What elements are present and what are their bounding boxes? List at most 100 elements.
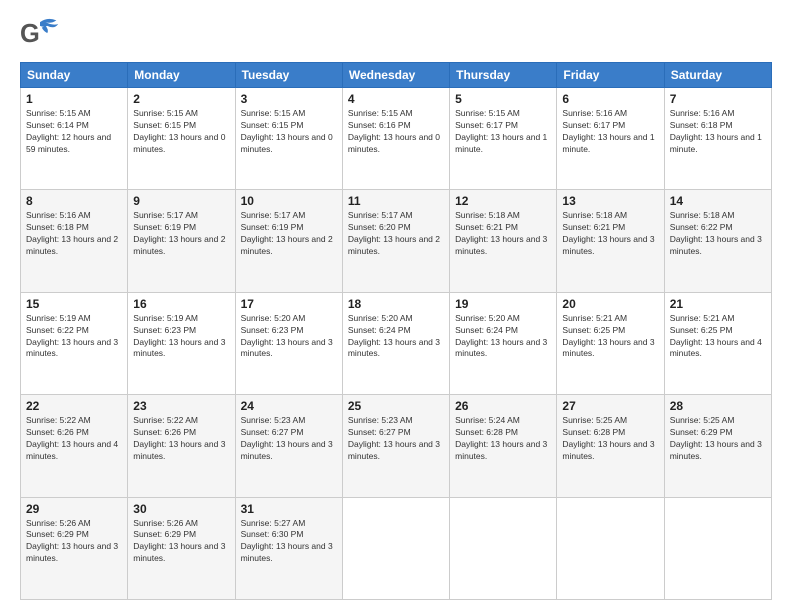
table-row: 25 Sunrise: 5:23 AM Sunset: 6:27 PM Dayli…	[342, 395, 449, 497]
day-info: Sunrise: 5:17 AM Sunset: 6:19 PM Dayligh…	[133, 210, 229, 258]
table-row: 24 Sunrise: 5:23 AM Sunset: 6:27 PM Dayli…	[235, 395, 342, 497]
day-info: Sunrise: 5:25 AM Sunset: 6:28 PM Dayligh…	[562, 415, 658, 463]
col-header-tuesday: Tuesday	[235, 63, 342, 88]
table-row: 29 Sunrise: 5:26 AM Sunset: 6:29 PM Dayli…	[21, 497, 128, 599]
day-number: 27	[562, 399, 658, 413]
col-header-monday: Monday	[128, 63, 235, 88]
day-info: Sunrise: 5:18 AM Sunset: 6:21 PM Dayligh…	[562, 210, 658, 258]
table-row: 14 Sunrise: 5:18 AM Sunset: 6:22 PM Dayli…	[664, 190, 771, 292]
table-row: 18 Sunrise: 5:20 AM Sunset: 6:24 PM Dayli…	[342, 292, 449, 394]
table-row: 21Sunrise: 5:21 AM Sunset: 6:25 PM Dayli…	[664, 292, 771, 394]
day-info: Sunrise: 5:25 AM Sunset: 6:29 PM Dayligh…	[670, 415, 766, 463]
day-info: Sunrise: 5:15 AM Sunset: 6:14 PM Dayligh…	[26, 108, 122, 156]
day-number: 10	[241, 194, 337, 208]
table-row: 9 Sunrise: 5:17 AM Sunset: 6:19 PM Daylig…	[128, 190, 235, 292]
day-number: 22	[26, 399, 122, 413]
day-info: Sunrise: 5:20 AM Sunset: 6:24 PM Dayligh…	[455, 313, 551, 361]
table-row: 31 Sunrise: 5:27 AM Sunset: 6:30 PM Dayli…	[235, 497, 342, 599]
col-header-saturday: Saturday	[664, 63, 771, 88]
table-row: 4Sunrise: 5:15 AM Sunset: 6:16 PM Daylig…	[342, 88, 449, 190]
logo-icon: G	[20, 16, 60, 52]
day-number: 18	[348, 297, 444, 311]
header: G	[20, 16, 772, 52]
page: G SundayMondayTuesdayWednesdayThursdayFr…	[0, 0, 792, 612]
day-info: Sunrise: 5:15 AM Sunset: 6:16 PM Dayligh…	[348, 108, 444, 156]
table-row: 11 Sunrise: 5:17 AM Sunset: 6:20 PM Dayli…	[342, 190, 449, 292]
col-header-friday: Friday	[557, 63, 664, 88]
day-number: 1	[26, 92, 122, 106]
day-info: Sunrise: 5:22 AM Sunset: 6:26 PM Dayligh…	[133, 415, 229, 463]
day-number: 17	[241, 297, 337, 311]
day-number: 9	[133, 194, 229, 208]
table-row: 26 Sunrise: 5:24 AM Sunset: 6:28 PM Dayli…	[450, 395, 557, 497]
logo: G	[20, 16, 64, 52]
table-row: 27 Sunrise: 5:25 AM Sunset: 6:28 PM Dayli…	[557, 395, 664, 497]
table-row	[557, 497, 664, 599]
day-info: Sunrise: 5:16 AM Sunset: 6:18 PM Dayligh…	[670, 108, 766, 156]
day-number: 23	[133, 399, 229, 413]
day-info: Sunrise: 5:20 AM Sunset: 6:24 PM Dayligh…	[348, 313, 444, 361]
day-number: 6	[562, 92, 658, 106]
table-row: 12 Sunrise: 5:18 AM Sunset: 6:21 PM Dayli…	[450, 190, 557, 292]
table-row: 17 Sunrise: 5:20 AM Sunset: 6:23 PM Dayli…	[235, 292, 342, 394]
day-number: 24	[241, 399, 337, 413]
table-row: 7 Sunrise: 5:16 AM Sunset: 6:18 PM Daylig…	[664, 88, 771, 190]
table-row: 2 Sunrise: 5:15 AM Sunset: 6:15 PM Daylig…	[128, 88, 235, 190]
day-number: 20	[562, 297, 658, 311]
day-info: Sunrise: 5:18 AM Sunset: 6:22 PM Dayligh…	[670, 210, 766, 258]
day-number: 14	[670, 194, 766, 208]
table-row: 16 Sunrise: 5:19 AM Sunset: 6:23 PM Dayli…	[128, 292, 235, 394]
table-row: 28 Sunrise: 5:25 AM Sunset: 6:29 PM Dayli…	[664, 395, 771, 497]
day-info: Sunrise: 5:16 AM Sunset: 6:18 PM Dayligh…	[26, 210, 122, 258]
day-number: 8	[26, 194, 122, 208]
day-number: 5	[455, 92, 551, 106]
day-number: 16	[133, 297, 229, 311]
table-row: 30Sunrise: 5:26 AM Sunset: 6:29 PM Dayli…	[128, 497, 235, 599]
col-header-thursday: Thursday	[450, 63, 557, 88]
svg-text:G: G	[20, 20, 40, 48]
calendar-table: SundayMondayTuesdayWednesdayThursdayFrid…	[20, 62, 772, 600]
day-number: 12	[455, 194, 551, 208]
day-number: 19	[455, 297, 551, 311]
day-number: 28	[670, 399, 766, 413]
day-info: Sunrise: 5:19 AM Sunset: 6:23 PM Dayligh…	[133, 313, 229, 361]
table-row: 19 Sunrise: 5:20 AM Sunset: 6:24 PM Dayli…	[450, 292, 557, 394]
day-number: 15	[26, 297, 122, 311]
day-info: Sunrise: 5:18 AM Sunset: 6:21 PM Dayligh…	[455, 210, 551, 258]
day-info: Sunrise: 5:26 AM Sunset: 6:29 PM Dayligh…	[26, 518, 122, 566]
table-row: 15Sunrise: 5:19 AM Sunset: 6:22 PM Dayli…	[21, 292, 128, 394]
day-info: Sunrise: 5:23 AM Sunset: 6:27 PM Dayligh…	[348, 415, 444, 463]
table-row: 20 Sunrise: 5:21 AM Sunset: 6:25 PM Dayli…	[557, 292, 664, 394]
day-number: 25	[348, 399, 444, 413]
table-row	[342, 497, 449, 599]
table-row	[664, 497, 771, 599]
day-info: Sunrise: 5:20 AM Sunset: 6:23 PM Dayligh…	[241, 313, 337, 361]
table-row: 8 Sunrise: 5:16 AM Sunset: 6:18 PM Daylig…	[21, 190, 128, 292]
day-number: 11	[348, 194, 444, 208]
table-row: 22 Sunrise: 5:22 AM Sunset: 6:26 PM Dayli…	[21, 395, 128, 497]
day-info: Sunrise: 5:15 AM Sunset: 6:17 PM Dayligh…	[455, 108, 551, 156]
day-info: Sunrise: 5:15 AM Sunset: 6:15 PM Dayligh…	[241, 108, 337, 156]
day-info: Sunrise: 5:15 AM Sunset: 6:15 PM Dayligh…	[133, 108, 229, 156]
day-number: 29	[26, 502, 122, 516]
col-header-wednesday: Wednesday	[342, 63, 449, 88]
day-info: Sunrise: 5:22 AM Sunset: 6:26 PM Dayligh…	[26, 415, 122, 463]
day-number: 30	[133, 502, 229, 516]
day-info: Sunrise: 5:23 AM Sunset: 6:27 PM Dayligh…	[241, 415, 337, 463]
col-header-sunday: Sunday	[21, 63, 128, 88]
day-number: 2	[133, 92, 229, 106]
day-number: 31	[241, 502, 337, 516]
day-info: Sunrise: 5:21 AM Sunset: 6:25 PM Dayligh…	[562, 313, 658, 361]
table-row: 10 Sunrise: 5:17 AM Sunset: 6:19 PM Dayli…	[235, 190, 342, 292]
table-row: 3Sunrise: 5:15 AM Sunset: 6:15 PM Daylig…	[235, 88, 342, 190]
day-info: Sunrise: 5:16 AM Sunset: 6:17 PM Dayligh…	[562, 108, 658, 156]
day-number: 26	[455, 399, 551, 413]
day-number: 7	[670, 92, 766, 106]
table-row: 23 Sunrise: 5:22 AM Sunset: 6:26 PM Dayli…	[128, 395, 235, 497]
day-info: Sunrise: 5:27 AM Sunset: 6:30 PM Dayligh…	[241, 518, 337, 566]
day-info: Sunrise: 5:24 AM Sunset: 6:28 PM Dayligh…	[455, 415, 551, 463]
day-number: 21	[670, 297, 766, 311]
day-info: Sunrise: 5:17 AM Sunset: 6:20 PM Dayligh…	[348, 210, 444, 258]
day-info: Sunrise: 5:17 AM Sunset: 6:19 PM Dayligh…	[241, 210, 337, 258]
table-row: 1 Sunrise: 5:15 AM Sunset: 6:14 PM Daylig…	[21, 88, 128, 190]
